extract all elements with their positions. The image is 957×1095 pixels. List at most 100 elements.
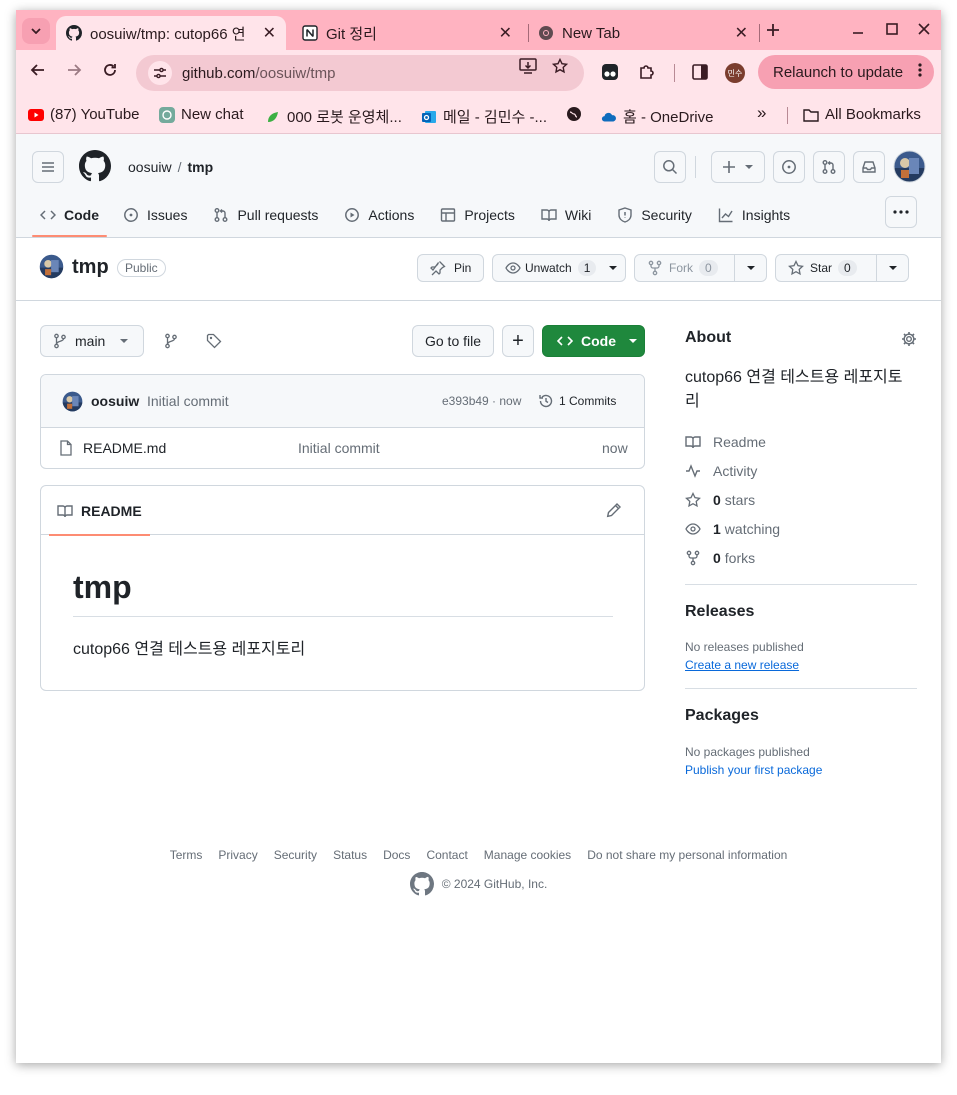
- fork-dropdown[interactable]: [734, 255, 766, 281]
- file-commit-message[interactable]: Initial commit: [298, 440, 380, 456]
- create-new-button[interactable]: [711, 151, 765, 183]
- footer-link[interactable]: Terms: [170, 848, 203, 862]
- tab-code[interactable]: Code: [32, 196, 107, 237]
- unwatch-button[interactable]: Unwatch 1: [492, 254, 626, 282]
- bookmark-globe[interactable]: [566, 106, 588, 122]
- activity-link[interactable]: Activity: [685, 456, 917, 485]
- commit-sha-time[interactable]: e393b49 · now: [442, 394, 521, 408]
- commit-author[interactable]: oosuiw: [91, 393, 139, 409]
- footer-link[interactable]: Do not share my personal information: [587, 848, 787, 862]
- side-panel-icon[interactable]: [691, 63, 709, 86]
- pull-requests-header-button[interactable]: [813, 151, 845, 183]
- readme-tab[interactable]: README: [49, 486, 150, 536]
- footer-link[interactable]: Security: [274, 848, 317, 862]
- tab-divider: [759, 24, 760, 42]
- packages-title[interactable]: Packages: [685, 707, 917, 725]
- reload-icon: [104, 64, 116, 76]
- bookmark-new-chat[interactable]: New chat: [159, 106, 244, 123]
- footer-link[interactable]: Status: [333, 848, 367, 862]
- more-vert-icon[interactable]: [918, 62, 922, 83]
- tab-security[interactable]: Security: [609, 196, 700, 234]
- inbox-button[interactable]: [853, 151, 885, 183]
- github-logo-icon[interactable]: [79, 150, 111, 187]
- tab-issues[interactable]: Issues: [115, 196, 195, 234]
- bookmark-onedrive[interactable]: 홈 - OneDrive: [601, 106, 714, 127]
- commit-message[interactable]: Initial commit: [147, 393, 229, 409]
- bookmarks-overflow-button[interactable]: »: [757, 103, 766, 123]
- extensions-puzzle-icon[interactable]: [638, 63, 656, 86]
- branch-selector[interactable]: main: [40, 325, 144, 357]
- global-nav-menu-button[interactable]: [32, 151, 64, 183]
- search-button[interactable]: [654, 151, 686, 183]
- stars-link[interactable]: 0 stars: [685, 485, 917, 514]
- star-dropdown[interactable]: [876, 255, 908, 281]
- bookmark-robot-os[interactable]: 000 로봇 운영체...: [265, 106, 402, 127]
- minimize-icon: [853, 32, 863, 34]
- all-bookmarks-button[interactable]: All Bookmarks: [803, 106, 921, 123]
- watching-link[interactable]: 1 watching: [685, 514, 917, 543]
- forward-button[interactable]: [66, 62, 82, 83]
- issues-header-button[interactable]: [773, 151, 805, 183]
- footer-link[interactable]: Contact: [426, 848, 467, 862]
- tab-newtab[interactable]: New Tab ✕: [528, 16, 758, 50]
- tab-notion[interactable]: Git 정리 ✕: [292, 16, 522, 50]
- file-name[interactable]: README.md: [83, 440, 166, 456]
- extension-tampermonkey-icon[interactable]: [601, 63, 619, 86]
- releases-title[interactable]: Releases: [685, 603, 917, 621]
- star-button[interactable]: Star 0: [775, 254, 909, 282]
- pin-button[interactable]: Pin: [417, 254, 484, 282]
- site-settings-icon[interactable]: [148, 61, 172, 85]
- footer-link[interactable]: Docs: [383, 848, 410, 862]
- edit-readme-button[interactable]: [606, 502, 622, 523]
- close-window-button[interactable]: [918, 22, 930, 40]
- readme-link[interactable]: Readme: [685, 427, 917, 456]
- relaunch-button[interactable]: Relaunch to update: [758, 55, 934, 89]
- bookmark-star-icon[interactable]: [551, 57, 569, 79]
- user-avatar[interactable]: [893, 150, 926, 188]
- close-icon[interactable]: ✕: [499, 23, 512, 43]
- bookmark-mail[interactable]: 메일 - 김민수 -...: [421, 106, 547, 127]
- code-dropdown-button[interactable]: Code: [542, 325, 645, 357]
- branches-link[interactable]: [164, 333, 178, 349]
- profile-avatar[interactable]: 민수: [725, 63, 745, 83]
- repo-title[interactable]: tmp: [72, 256, 109, 279]
- close-icon[interactable]: ✕: [735, 23, 748, 43]
- add-file-button[interactable]: +: [502, 325, 534, 357]
- caret-down-icon: [609, 266, 618, 270]
- commit-author-avatar[interactable]: [62, 391, 83, 417]
- footer-link[interactable]: Manage cookies: [484, 848, 571, 862]
- create-release-link[interactable]: Create a new release: [685, 658, 917, 672]
- fork-button[interactable]: Fork 0: [634, 254, 767, 282]
- close-icon[interactable]: ✕: [263, 23, 276, 43]
- bookmark-youtube[interactable]: (87) YouTube: [28, 106, 140, 123]
- tab-projects[interactable]: Projects: [432, 196, 523, 234]
- address-bar[interactable]: github.com/oosuiw/tmp: [136, 55, 584, 91]
- github-logo-icon[interactable]: [409, 872, 434, 896]
- tags-link[interactable]: [206, 333, 222, 349]
- go-to-file-button[interactable]: Go to file: [412, 325, 494, 357]
- forks-link[interactable]: 0 forks: [685, 543, 917, 572]
- back-button[interactable]: [30, 62, 46, 83]
- minimize-button[interactable]: [852, 22, 864, 40]
- install-app-icon[interactable]: [519, 58, 537, 79]
- new-tab-button[interactable]: [766, 20, 780, 40]
- gear-icon[interactable]: [901, 331, 917, 347]
- commits-link[interactable]: 1 Commits: [538, 393, 616, 409]
- footer-link[interactable]: Privacy: [218, 848, 257, 862]
- publish-package-link[interactable]: Publish your first package: [685, 763, 917, 777]
- tab-wiki[interactable]: Wiki: [533, 196, 599, 234]
- tab-insights[interactable]: Insights: [710, 196, 798, 234]
- file-row[interactable]: README.md Initial commit now: [41, 428, 644, 468]
- maximize-button[interactable]: [886, 22, 898, 40]
- breadcrumb-repo[interactable]: tmp: [187, 159, 213, 175]
- repo-owner-avatar[interactable]: [39, 254, 64, 284]
- chrome-icon: [538, 25, 554, 41]
- commits-label: 1 Commits: [559, 394, 617, 408]
- tab-pull-requests[interactable]: Pull requests: [205, 196, 326, 234]
- tab-search-button[interactable]: [22, 18, 50, 44]
- repo-nav-more-button[interactable]: [885, 196, 917, 228]
- breadcrumb-owner[interactable]: oosuiw: [128, 159, 172, 175]
- tab-actions[interactable]: Actions: [336, 196, 422, 234]
- tab-github[interactable]: oosuiw/tmp: cutop66 연 ✕: [56, 16, 286, 50]
- reload-button[interactable]: [102, 62, 118, 83]
